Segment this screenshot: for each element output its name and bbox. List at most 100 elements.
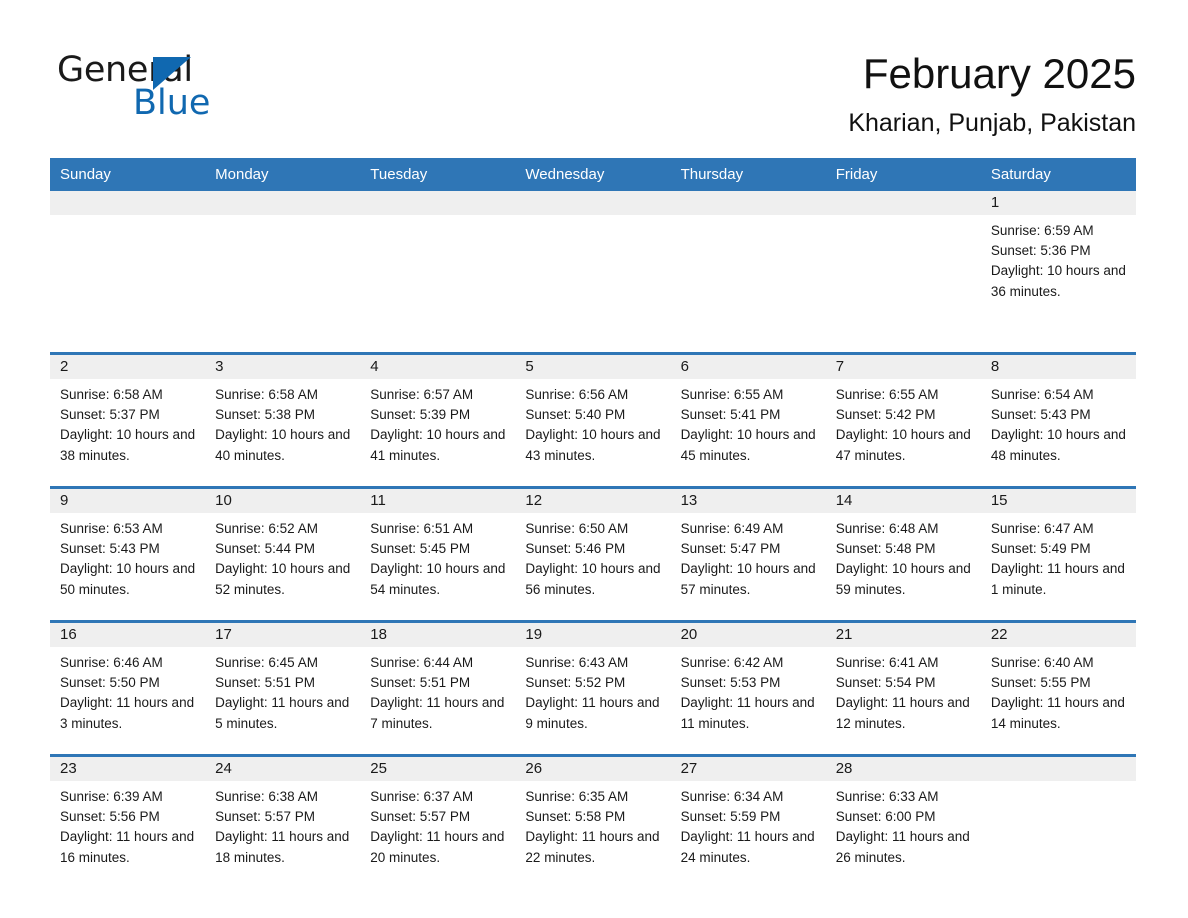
day-sun-info: Sunrise: 6:58 AM Sunset: 5:38 PM Daylight:…: [205, 379, 360, 466]
day-number: [980, 757, 1136, 781]
calendar-day[interactable]: 3 Sunrise: 6:58 AM Sunset: 5:38 PM Daylight…: [205, 355, 361, 486]
calendar-page: General Blue February 2025 Kharian, Punj…: [0, 0, 1188, 918]
calendar-day[interactable]: 9 Sunrise: 6:53 AM Sunset: 5:43 PM Daylight…: [50, 489, 206, 620]
day-sun-info: Sunrise: 6:39 AM Sunset: 5:56 PM Daylight:…: [50, 781, 205, 868]
calendar-cell: 25 Sunrise: 6:37 AM Sunset: 5:57 PM Dayligh…: [360, 754, 516, 888]
sunrise-text: Sunrise: 6:56 AM: [525, 387, 629, 402]
daylight-text: Daylight: 10 hours and 48 minutes.: [990, 427, 1126, 463]
calendar-day-empty: [825, 191, 981, 352]
calendar-day[interactable]: 2 Sunrise: 6:58 AM Sunset: 5:37 PM Daylight…: [50, 355, 206, 486]
sunset-text: Sunset: 5:43 PM: [990, 407, 1091, 423]
sunrise-text: Sunrise: 6:51 AM: [370, 521, 474, 536]
day-number: 2: [50, 355, 206, 379]
calendar-day-empty: [670, 191, 826, 352]
calendar-day[interactable]: 12 Sunrise: 6:50 AM Sunset: 5:46 PM Dayligh…: [515, 489, 671, 620]
day-number: 17: [205, 623, 361, 647]
calendar-day[interactable]: 4 Sunrise: 6:57 AM Sunset: 5:39 PM Daylight…: [360, 355, 516, 486]
day-sun-info: Sunrise: 6:46 AM Sunset: 5:50 PM Daylight:…: [50, 647, 205, 734]
calendar-day[interactable]: 5 Sunrise: 6:56 AM Sunset: 5:40 PM Daylight…: [515, 355, 671, 486]
day-number: 24: [205, 757, 361, 781]
calendar-day[interactable]: 28 Sunrise: 6:33 AM Sunset: 6:00 PM Dayligh…: [825, 757, 981, 888]
calendar-cell: 16 Sunrise: 6:46 AM Sunset: 5:50 PM Dayligh…: [50, 620, 206, 756]
sunrise-text: Sunrise: 6:35 AM: [525, 789, 629, 804]
calendar-day[interactable]: 18 Sunrise: 6:44 AM Sunset: 5:51 PM Dayligh…: [360, 623, 516, 754]
calendar-day[interactable]: 10 Sunrise: 6:52 AM Sunset: 5:44 PM Dayligh…: [205, 489, 361, 620]
calendar-day[interactable]: 14 Sunrise: 6:48 AM Sunset: 5:48 PM Dayligh…: [825, 489, 981, 620]
calendar-day-empty: [515, 191, 671, 352]
calendar-cell: 13 Sunrise: 6:49 AM Sunset: 5:47 PM Dayligh…: [670, 486, 826, 622]
sunset-text: Sunset: 5:58 PM: [525, 809, 626, 825]
day-number: 8: [980, 355, 1136, 379]
calendar-day[interactable]: 27 Sunrise: 6:34 AM Sunset: 5:59 PM Dayligh…: [670, 757, 826, 888]
sunset-text: Sunset: 5:45 PM: [370, 541, 471, 557]
daylight-text: Daylight: 11 hours and 18 minutes.: [215, 829, 350, 865]
calendar-cell: [980, 754, 1136, 888]
calendar-day[interactable]: 21 Sunrise: 6:41 AM Sunset: 5:54 PM Dayligh…: [825, 623, 981, 754]
sunset-text: Sunset: 5:37 PM: [60, 407, 160, 423]
calendar-day[interactable]: 11 Sunrise: 6:51 AM Sunset: 5:45 PM Dayligh…: [360, 489, 516, 620]
calendar-cell: 4 Sunrise: 6:57 AM Sunset: 5:39 PM Daylight…: [360, 352, 516, 488]
sunset-text: Sunset: 5:51 PM: [215, 675, 315, 691]
weekday-header-wednesday: Wednesday: [515, 158, 671, 191]
day-sun-info: Sunrise: 6:43 AM Sunset: 5:52 PM Daylight:…: [515, 647, 670, 734]
calendar-day[interactable]: 22 Sunrise: 6:40 AM Sunset: 5:55 PM Dayligh…: [980, 623, 1136, 754]
calendar-day[interactable]: 26 Sunrise: 6:35 AM Sunset: 5:58 PM Dayligh…: [515, 757, 671, 888]
sunset-text: Sunset: 5:57 PM: [370, 809, 471, 825]
calendar-day[interactable]: 25 Sunrise: 6:37 AM Sunset: 5:57 PM Dayligh…: [360, 757, 516, 888]
sunrise-text: Sunrise: 6:52 AM: [215, 521, 318, 536]
sunset-text: Sunset: 5:47 PM: [680, 541, 781, 557]
day-number: 20: [670, 623, 826, 647]
page-subtitle: Kharian, Punjab, Pakistan: [848, 109, 1136, 137]
calendar-day[interactable]: 23 Sunrise: 6:39 AM Sunset: 5:56 PM Dayligh…: [50, 757, 206, 888]
day-number: [360, 191, 516, 215]
calendar-day[interactable]: 8 Sunrise: 6:54 AM Sunset: 5:43 PM Daylight…: [980, 355, 1136, 486]
calendar-day-empty: [980, 757, 1136, 888]
calendar-cell: 22 Sunrise: 6:40 AM Sunset: 5:55 PM Dayligh…: [980, 620, 1136, 756]
day-sun-info: Sunrise: 6:59 AM Sunset: 5:36 PM Daylight:…: [981, 215, 1136, 302]
sunset-text: Sunset: 5:36 PM: [990, 243, 1091, 259]
day-sun-info: Sunrise: 6:55 AM Sunset: 5:42 PM Daylight:…: [826, 379, 981, 466]
sunrise-text: Sunrise: 6:43 AM: [525, 655, 629, 670]
sunrise-text: Sunrise: 6:45 AM: [215, 655, 318, 670]
day-sun-info: Sunrise: 6:38 AM Sunset: 5:57 PM Daylight:…: [205, 781, 360, 868]
daylight-text: Daylight: 10 hours and 45 minutes.: [680, 427, 816, 463]
sunrise-text: Sunrise: 6:44 AM: [370, 655, 474, 670]
sunset-text: Sunset: 5:52 PM: [525, 675, 626, 691]
day-number: 19: [515, 623, 671, 647]
calendar-day[interactable]: 16 Sunrise: 6:46 AM Sunset: 5:50 PM Dayligh…: [50, 623, 206, 754]
calendar-cell: 28 Sunrise: 6:33 AM Sunset: 6:00 PM Dayligh…: [825, 754, 981, 888]
calendar-cell: 12 Sunrise: 6:50 AM Sunset: 5:46 PM Dayligh…: [515, 486, 671, 622]
calendar-cell: 9 Sunrise: 6:53 AM Sunset: 5:43 PM Daylight…: [50, 486, 206, 622]
calendar-cell: 2 Sunrise: 6:58 AM Sunset: 5:37 PM Daylight…: [50, 352, 206, 488]
daylight-text: Daylight: 10 hours and 41 minutes.: [370, 427, 506, 463]
calendar-cell: 8 Sunrise: 6:54 AM Sunset: 5:43 PM Daylight…: [980, 352, 1136, 488]
daylight-text: Daylight: 10 hours and 38 minutes.: [60, 427, 196, 463]
calendar-day[interactable]: 7 Sunrise: 6:55 AM Sunset: 5:42 PM Daylight…: [825, 355, 981, 486]
calendar-day[interactable]: 24 Sunrise: 6:38 AM Sunset: 5:57 PM Dayligh…: [205, 757, 361, 888]
day-number: 16: [50, 623, 206, 647]
sunset-text: Sunset: 5:55 PM: [990, 675, 1091, 691]
day-number: 6: [670, 355, 826, 379]
calendar-day[interactable]: 17 Sunrise: 6:45 AM Sunset: 5:51 PM Dayligh…: [205, 623, 361, 754]
weekday-header-thursday: Thursday: [670, 158, 826, 191]
day-sun-info: Sunrise: 6:51 AM Sunset: 5:45 PM Daylight:…: [360, 513, 515, 600]
calendar-day[interactable]: 6 Sunrise: 6:55 AM Sunset: 5:41 PM Daylight…: [670, 355, 826, 486]
daylight-text: Daylight: 11 hours and 3 minutes.: [60, 695, 195, 731]
calendar-day[interactable]: 20 Sunrise: 6:42 AM Sunset: 5:53 PM Dayligh…: [670, 623, 826, 754]
day-sun-info: Sunrise: 6:50 AM Sunset: 5:46 PM Daylight:…: [515, 513, 670, 600]
daylight-text: Daylight: 10 hours and 52 minutes.: [215, 561, 351, 597]
sunset-text: Sunset: 5:57 PM: [215, 809, 315, 825]
day-number: 25: [360, 757, 516, 781]
calendar-day[interactable]: 1 Sunrise: 6:59 AM Sunset: 5:36 PM Daylight…: [980, 191, 1136, 352]
weekday-header-tuesday: Tuesday: [360, 158, 516, 191]
sunset-text: Sunset: 5:42 PM: [835, 407, 936, 423]
sunrise-text: Sunrise: 6:53 AM: [60, 521, 163, 536]
page-header: General Blue February 2025 Kharian, Punj…: [0, 0, 1188, 158]
day-number: [205, 191, 361, 215]
calendar-day[interactable]: 19 Sunrise: 6:43 AM Sunset: 5:52 PM Dayligh…: [515, 623, 671, 754]
day-number: 11: [360, 489, 516, 513]
sunset-text: Sunset: 5:49 PM: [990, 541, 1091, 557]
generalblue-logo[interactable]: General Blue: [57, 50, 317, 130]
calendar-day[interactable]: 13 Sunrise: 6:49 AM Sunset: 5:47 PM Dayligh…: [670, 489, 826, 620]
calendar-day[interactable]: 15 Sunrise: 6:47 AM Sunset: 5:49 PM Dayligh…: [980, 489, 1136, 620]
